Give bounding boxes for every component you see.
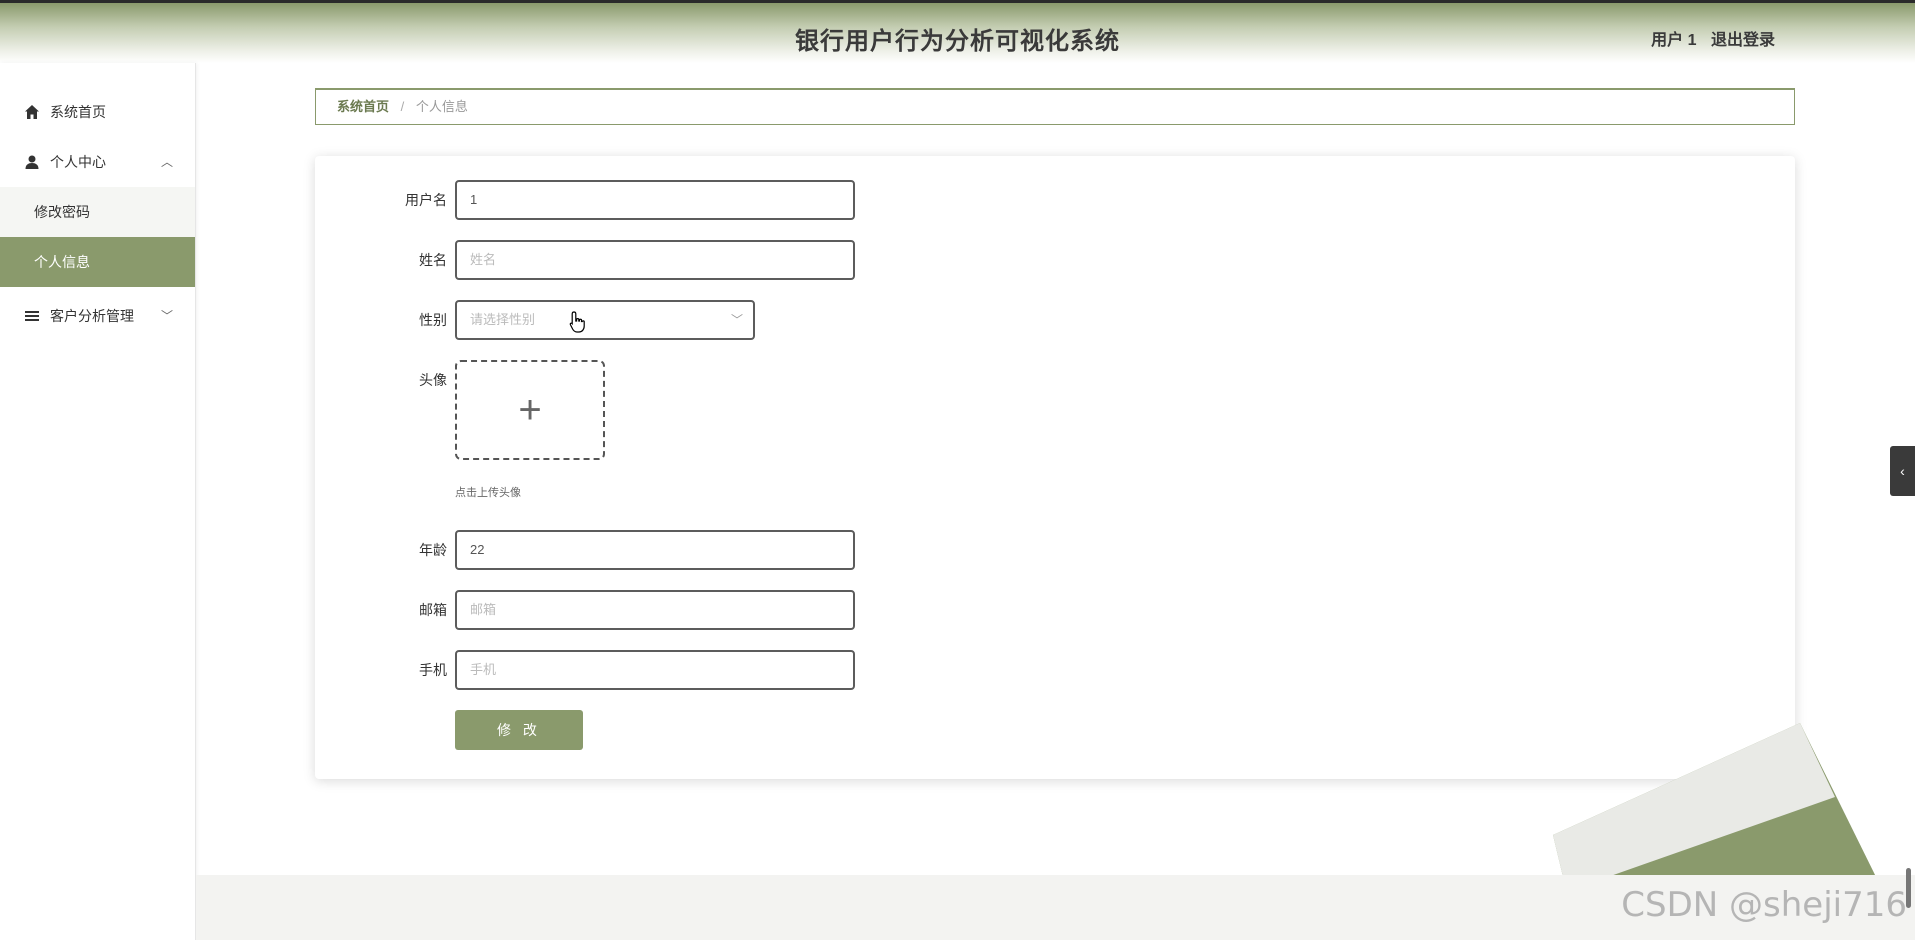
- sidebar-item-label: 个人中心: [50, 154, 106, 170]
- gender-select[interactable]: 请选择性别 ﹀: [455, 300, 755, 340]
- age-input[interactable]: 22: [455, 530, 855, 570]
- sidebar-item-label: 客户分析管理: [50, 308, 134, 324]
- username-label: 用户 1: [1651, 32, 1697, 49]
- app-title: 银行用户行为分析可视化系统: [795, 28, 1120, 55]
- breadcrumb-home[interactable]: 系统首页: [337, 99, 389, 114]
- phone-label: 手机: [419, 662, 447, 678]
- submit-button[interactable]: 修 改: [455, 710, 583, 750]
- top-header: 银行用户行为分析可视化系统 用户 1 退出登录: [0, 0, 1915, 63]
- email-label: 邮箱: [419, 602, 447, 618]
- avatar-label: 头像: [419, 372, 447, 388]
- sidebar-item-personal-center[interactable]: 个人中心 ︿: [0, 137, 195, 187]
- user-area: 用户 1 退出登录: [1641, 26, 1775, 50]
- avatar-uploader[interactable]: +: [455, 360, 605, 460]
- avatar-upload-tip: 点击上传头像: [455, 487, 521, 499]
- sidebar-subitem-personal-info[interactable]: 个人信息: [0, 237, 195, 287]
- age-label: 年龄: [419, 542, 447, 558]
- home-icon: [25, 105, 39, 119]
- chevron-down-icon: ﹀: [730, 313, 743, 327]
- side-panel-toggle[interactable]: ‹: [1890, 446, 1915, 496]
- phone-input[interactable]: 手机: [455, 650, 855, 690]
- breadcrumb-current: 个人信息: [415, 99, 468, 114]
- hand-cursor-icon: [569, 311, 585, 333]
- chevron-up-icon: ︿: [160, 155, 173, 169]
- sidebar-item-home[interactable]: 系统首页: [0, 87, 195, 137]
- list-icon: [25, 311, 39, 321]
- gender-label: 性别: [419, 312, 447, 328]
- logout-link[interactable]: 退出登录: [1711, 32, 1775, 49]
- breadcrumb-separator: /: [400, 99, 405, 114]
- name-input[interactable]: 姓名: [455, 240, 855, 280]
- sidebar-subitem-change-password[interactable]: 修改密码: [0, 187, 195, 237]
- chevron-left-icon: ‹: [1900, 463, 1905, 479]
- watermark-text: CSDN @sheji716: [1621, 885, 1907, 925]
- decorative-shape: [1553, 723, 1880, 885]
- chevron-down-icon: ﹀: [160, 309, 173, 323]
- scrollbar-thumb[interactable]: [1906, 868, 1911, 908]
- gender-select-placeholder: 请选择性别: [470, 312, 536, 327]
- name-label: 姓名: [419, 252, 447, 268]
- username-label: 用户名: [405, 192, 447, 208]
- email-input[interactable]: 邮箱: [455, 590, 855, 630]
- user-icon: [25, 155, 39, 169]
- plus-icon: +: [518, 388, 542, 432]
- sidebar-item-label: 系统首页: [50, 104, 106, 120]
- username-input[interactable]: 1: [455, 180, 855, 220]
- sidebar-item-customer-analysis[interactable]: 客户分析管理 ﹀: [0, 291, 195, 341]
- sidebar: 系统首页 个人中心 ︿ 修改密码 个人信息 客户分析管理 ﹀: [0, 63, 196, 940]
- breadcrumb: 系统首页 / 个人信息: [315, 88, 1795, 125]
